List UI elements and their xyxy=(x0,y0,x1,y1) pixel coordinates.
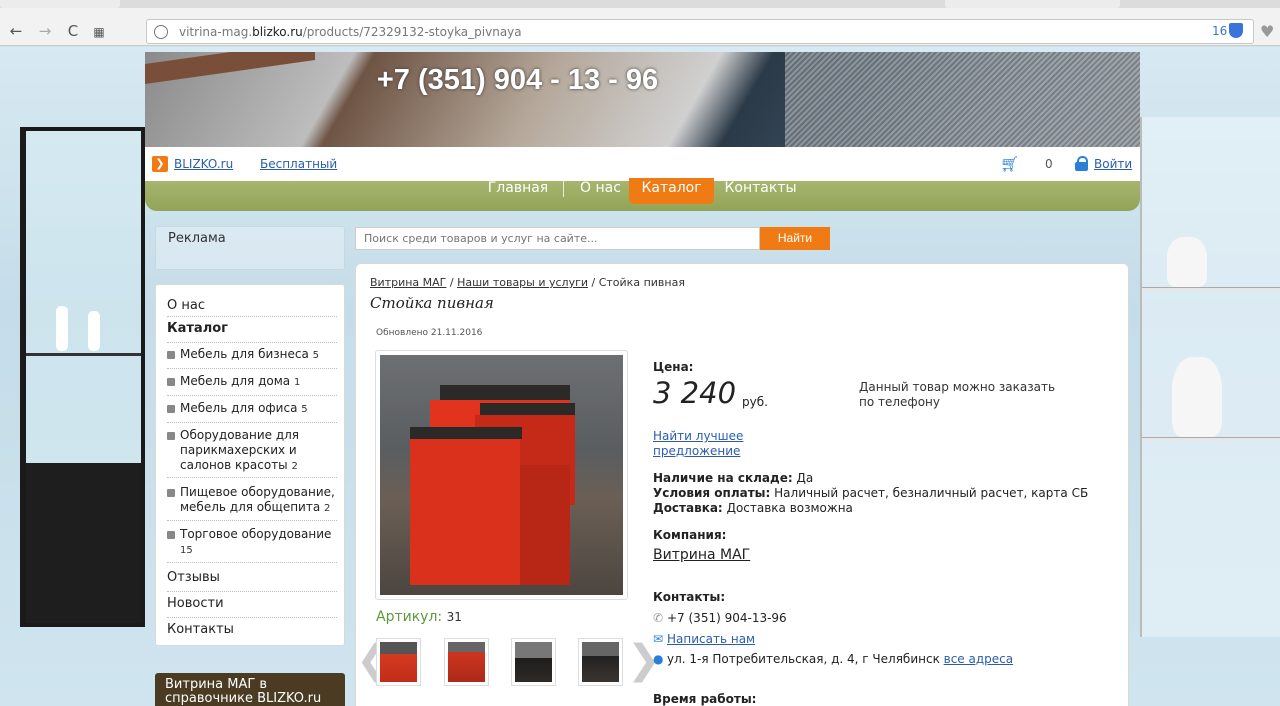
sidebar-item-catalog[interactable]: Каталог xyxy=(167,321,337,343)
company-label: Компания: xyxy=(653,528,727,542)
showcase-left-image xyxy=(20,127,145,627)
write-us-link[interactable]: Написать нам xyxy=(667,632,755,646)
updated-date: Обновлено 21.11.2016 xyxy=(376,328,483,338)
ad-block[interactable]: Реклама xyxy=(155,226,345,270)
page-title: Стойка пивная xyxy=(370,294,494,312)
company-link[interactable]: Витрина МАГ xyxy=(653,547,750,563)
nav-catalog[interactable]: Каталог xyxy=(629,178,714,204)
articul: Артикул: 31 xyxy=(376,609,462,625)
heart-icon[interactable]: ♥ xyxy=(1260,22,1274,41)
hours-label: Время работы: xyxy=(653,692,757,706)
price-value: 3 240 xyxy=(653,376,737,410)
nav-about[interactable]: О нас xyxy=(573,178,628,204)
thumbnail[interactable] xyxy=(444,638,489,686)
breadcrumb-link-products[interactable]: Наши товары и услуги xyxy=(457,276,588,289)
top-service-bar: ❯ BLIZKO.ru Бесплатный 🛒︎ 0 Войти xyxy=(145,147,1140,181)
stock-info: Наличие на складе: Да xyxy=(653,471,814,485)
contact-email: ✉ Написать нам xyxy=(653,632,755,646)
nav-home[interactable]: Главная xyxy=(483,178,553,204)
delivery-info: Доставка: Доставка возможна xyxy=(653,501,853,515)
login-link[interactable]: Войти xyxy=(1094,157,1132,171)
product-photo[interactable] xyxy=(375,350,628,600)
free-link[interactable]: Бесплатный xyxy=(260,157,337,171)
order-note: Данный товар можно заказать по телефону xyxy=(859,380,1056,409)
blizko-logo-icon[interactable]: ❯ xyxy=(152,156,168,172)
sidebar-item-business-furniture[interactable]: Мебель для бизнеса 5 xyxy=(167,347,337,369)
nav-contacts[interactable]: Контакты xyxy=(723,178,798,204)
sidebar-item-about[interactable]: О нас xyxy=(167,295,337,317)
showcase-right-image xyxy=(1140,117,1280,637)
sidebar-item-contacts[interactable]: Контакты xyxy=(167,622,337,640)
header-phone: +7 (351) 904 - 13 - 96 xyxy=(376,64,659,96)
browser-toolbar: ← → C ▦ vitrina-mag.blizko.ru/products/7… xyxy=(0,0,1280,46)
apps-icon[interactable]: ▦ xyxy=(89,22,109,42)
sidebar-item-office-furniture[interactable]: Мебель для офиса 5 xyxy=(167,401,337,423)
back-icon[interactable]: ← xyxy=(6,21,26,41)
price-currency: руб. xyxy=(742,395,768,409)
sidebar-item-reviews[interactable]: Отзывы xyxy=(167,570,337,592)
contacts-label: Контакты: xyxy=(653,590,726,604)
best-offer-link[interactable]: Найти лучшее предложение xyxy=(653,429,773,459)
url-text[interactable]: vitrina-mag.blizko.ru/products/72329132-… xyxy=(179,25,522,39)
price-label: Цена: xyxy=(653,360,694,374)
sidebar-item-salon-equipment[interactable]: Оборудование для парикмахерских и салоно… xyxy=(167,428,337,478)
tracker-count[interactable]: 16 xyxy=(1212,24,1227,38)
phone-icon: ✆ xyxy=(653,611,664,625)
search-input[interactable] xyxy=(355,227,760,250)
sidebar-item-home-furniture[interactable]: Мебель для дома 1 xyxy=(167,374,337,396)
directory-link-box[interactable]: Витрина МАГ в справочнике BLIZKO.ru xyxy=(155,673,345,706)
browser-tab[interactable] xyxy=(0,0,120,8)
sidebar-item-trade-equipment[interactable]: Торговое оборудование 15 xyxy=(167,527,337,563)
sidebar-item-food-equipment[interactable]: Пищевое оборудование, мебель для общепит… xyxy=(167,485,337,521)
blizko-link[interactable]: BLIZKO.ru xyxy=(174,157,233,171)
sidebar-menu: О нас Каталог Мебель для бизнеса 5 Мебел… xyxy=(155,284,345,646)
thumbnail[interactable] xyxy=(376,638,421,686)
map-pin-icon: ● xyxy=(653,652,664,666)
cart-count[interactable]: 0 xyxy=(1045,157,1053,171)
forward-icon[interactable]: → xyxy=(35,21,55,41)
address-bar[interactable]: vitrina-mag.blizko.ru/products/72329132-… xyxy=(146,19,1254,44)
cart-icon[interactable]: 🛒︎ xyxy=(1000,156,1020,172)
contact-address: ● ул. 1-я Потребительская, д. 4, г Челяби… xyxy=(653,652,1014,666)
shield-icon[interactable] xyxy=(1229,23,1243,38)
payment-info: Условия оплаты: Наличный расчет, безнали… xyxy=(653,486,1089,500)
breadcrumb-link-home[interactable]: Витрина МАГ xyxy=(370,276,446,289)
site-info-icon[interactable] xyxy=(154,25,168,39)
header-banner: +7 (351) 904 - 13 - 96 xyxy=(145,52,1140,147)
reload-icon[interactable]: C xyxy=(63,21,83,41)
browser-tab[interactable] xyxy=(945,0,1120,8)
ad-label: Реклама xyxy=(168,231,226,246)
thumbnail[interactable] xyxy=(511,638,556,686)
search-button[interactable]: Найти xyxy=(760,227,830,250)
tab-strip xyxy=(0,0,1280,8)
main-nav: Главная О нас Каталог Контакты xyxy=(145,178,1140,211)
product-panel: Витрина МАГ / Наши товары и услуги / Сто… xyxy=(355,263,1129,706)
envelope-icon: ✉ xyxy=(653,632,664,646)
breadcrumb: Витрина МАГ / Наши товары и услуги / Сто… xyxy=(370,276,685,289)
sidebar-item-news[interactable]: Новости xyxy=(167,596,337,618)
all-addresses-link[interactable]: все адреса xyxy=(944,652,1013,666)
lock-icon[interactable] xyxy=(1075,156,1088,171)
thumbnail[interactable] xyxy=(578,638,623,686)
breadcrumb-current: Стойка пивная xyxy=(598,276,685,289)
contact-phone: ✆ +7 (351) 904-13-96 xyxy=(653,611,787,625)
